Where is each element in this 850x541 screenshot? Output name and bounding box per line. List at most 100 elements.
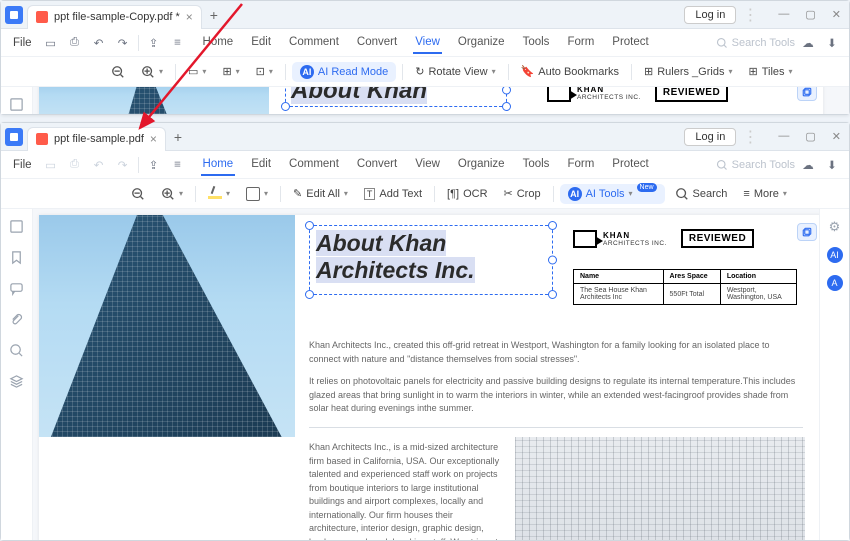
more-button[interactable]: ≡ More▾ [737, 186, 793, 202]
open-icon[interactable]: ▭ [40, 154, 62, 176]
rulers-grids-button[interactable]: ⊞ Rulers _Grids▾ [638, 63, 738, 80]
tab-close-icon[interactable]: × [150, 132, 157, 146]
search-tools[interactable]: Search Tools [716, 159, 795, 171]
highlight-button[interactable]: ▾ [202, 187, 236, 201]
download-icon[interactable]: ⬇ [821, 32, 843, 54]
heading-text: About Khan [291, 87, 427, 104]
tiles-button[interactable]: ⊞ Tiles▾ [742, 63, 798, 80]
page-display-button[interactable]: ▭▾ [182, 63, 212, 80]
text-selection-box[interactable]: About Khan [285, 87, 507, 107]
share-icon[interactable]: ⇪ [143, 32, 165, 54]
minimize-button[interactable]: — [774, 6, 793, 23]
text-selection-box[interactable]: About Khan Architects Inc. [309, 225, 553, 295]
login-button[interactable]: Log in [684, 6, 736, 24]
tab-view[interactable]: View [413, 32, 442, 54]
maximize-button[interactable]: ▢ [801, 6, 819, 23]
open-icon[interactable]: ▭ [40, 32, 62, 54]
tab-organize[interactable]: Organize [456, 32, 507, 54]
save-icon[interactable]: ⎙ [64, 32, 86, 54]
maximize-button[interactable]: ▢ [801, 128, 819, 145]
ai-read-mode-button[interactable]: AIAI Read Mode [292, 62, 396, 82]
file-menu[interactable]: File [7, 37, 38, 49]
tab-form[interactable]: Form [565, 154, 596, 176]
reviewed-stamp: REVIEWED [681, 229, 754, 248]
comments-icon[interactable] [9, 281, 24, 296]
auto-bookmarks-button[interactable]: 🔖 Auto Bookmarks [515, 63, 625, 80]
ai-side-button[interactable]: AI [827, 247, 843, 263]
tab-title: ppt file-sample-Copy.pdf * [54, 11, 180, 23]
paragraph-1: Khan Architects Inc., created this off-g… [309, 339, 803, 366]
document-tab[interactable]: ppt file-sample-Copy.pdf * × [27, 5, 202, 29]
ai-tools-button[interactable]: AIAI Tools▾New [560, 184, 665, 204]
document-tab[interactable]: ppt file-sample.pdf × [27, 127, 166, 151]
undo-icon[interactable]: ↶ [88, 32, 110, 54]
minimize-button[interactable]: — [774, 128, 793, 145]
khan-logo: KHANARCHITECTS INC. [547, 87, 641, 102]
zoom-out-button[interactable] [105, 63, 131, 81]
add-text-button[interactable]: T Add Text [358, 186, 428, 202]
ai-side-button-2[interactable]: A [827, 275, 843, 291]
tab-home[interactable]: Home [201, 32, 236, 54]
bookmarks-icon[interactable] [9, 250, 24, 265]
close-button[interactable]: ✕ [828, 128, 845, 145]
pdf-icon [36, 133, 48, 145]
tab-edit[interactable]: Edit [249, 32, 273, 54]
edit-all-button[interactable]: ✎ Edit All▾ [287, 185, 354, 202]
app-logo [5, 128, 23, 146]
close-button[interactable]: ✕ [828, 6, 845, 23]
tab-convert[interactable]: Convert [355, 32, 399, 54]
app-window-bottom: ppt file-sample.pdf × + Log in ⋮ — ▢ ✕ F… [0, 122, 850, 541]
shape-button[interactable]: ▾ [240, 185, 274, 203]
ocr-button[interactable]: [¶] OCR [441, 186, 493, 202]
zoom-in-button[interactable]: ▾ [135, 63, 169, 81]
crop-button[interactable]: ✂ Crop [498, 185, 547, 202]
tab-organize[interactable]: Organize [456, 154, 507, 176]
thumbnails-icon[interactable] [9, 219, 24, 234]
copy-cloud-button[interactable] [797, 87, 817, 101]
new-tab-button[interactable]: + [210, 7, 218, 23]
share-icon[interactable]: ⇪ [143, 154, 165, 176]
save-icon[interactable]: ⎙ [64, 154, 86, 176]
download-icon[interactable]: ⬇ [821, 154, 843, 176]
background-button[interactable]: ⊡▾ [250, 63, 279, 80]
zoom-out-button[interactable] [125, 185, 151, 203]
more-quick-icon[interactable]: ≡ [167, 32, 189, 54]
thumbnails-icon[interactable] [9, 97, 24, 112]
document-area[interactable]: About Khan Architects Inc. KHANARCHITECT… [33, 209, 819, 540]
adjust-icon[interactable]: ⚙ [829, 219, 841, 235]
tab-close-icon[interactable]: × [186, 10, 193, 24]
tab-comment[interactable]: Comment [287, 154, 341, 176]
zoom-in-button[interactable]: ▾ [155, 185, 189, 203]
file-menu[interactable]: File [7, 159, 38, 171]
tab-form[interactable]: Form [565, 32, 596, 54]
new-tab-button[interactable]: + [174, 129, 182, 145]
tab-view[interactable]: View [413, 154, 442, 176]
more-quick-icon[interactable]: ≡ [167, 154, 189, 176]
cloud-icon[interactable]: ☁ [797, 32, 819, 54]
document-area[interactable]: About Khan KHANARCHITECTS INC. REVIEWED [33, 87, 849, 114]
kebab-menu-icon[interactable]: ⋮ [742, 5, 758, 25]
tab-home[interactable]: Home [201, 154, 236, 176]
redo-icon[interactable]: ↷ [112, 32, 134, 54]
layers-icon[interactable] [9, 374, 24, 389]
login-button[interactable]: Log in [684, 128, 736, 146]
cloud-icon[interactable]: ☁ [797, 154, 819, 176]
redo-icon: ↷ [112, 154, 134, 176]
tab-edit[interactable]: Edit [249, 154, 273, 176]
kebab-menu-icon[interactable]: ⋮ [742, 127, 758, 147]
search-tools[interactable]: Search Tools [716, 37, 795, 49]
tab-comment[interactable]: Comment [287, 32, 341, 54]
rotate-view-button[interactable]: ↻ Rotate View▾ [409, 63, 501, 80]
tab-protect[interactable]: Protect [610, 32, 650, 54]
search-button[interactable]: Search [669, 185, 734, 203]
tab-protect[interactable]: Protect [610, 154, 650, 176]
tab-convert[interactable]: Convert [355, 154, 399, 176]
info-table: NameAres SpaceLocation The Sea House Kha… [573, 269, 797, 305]
search-panel-icon[interactable] [9, 343, 24, 358]
attachments-icon[interactable] [9, 312, 24, 327]
main-tabs: Home Edit Comment Convert View Organize … [201, 32, 651, 54]
tab-tools[interactable]: Tools [521, 154, 552, 176]
copy-cloud-button[interactable] [797, 223, 817, 241]
tab-tools[interactable]: Tools [521, 32, 552, 54]
page-layout-button[interactable]: ⊞▾ [216, 63, 245, 80]
